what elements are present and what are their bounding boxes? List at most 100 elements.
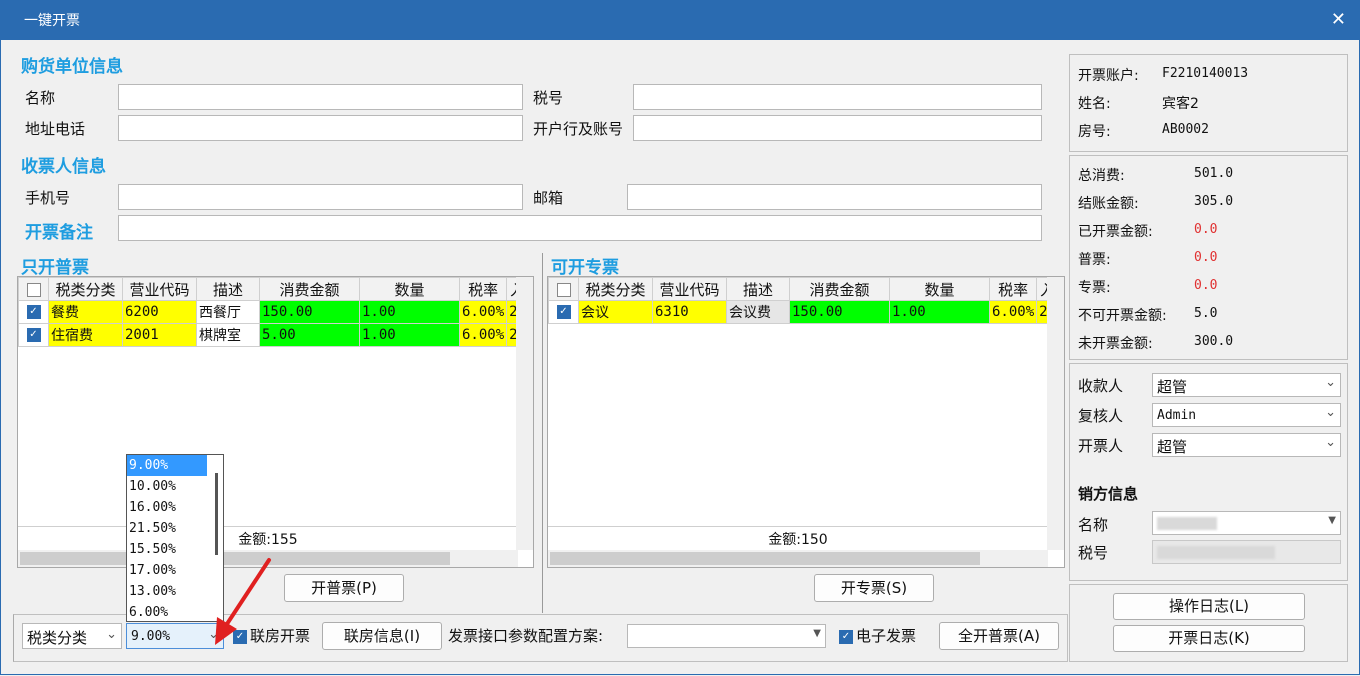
dropdown-arrow-icon: ▼ (813, 628, 821, 639)
dropdown-arrow-icon: ▼ (1328, 515, 1336, 526)
row-checkbox[interactable]: ✓ (18, 300, 49, 324)
buyer-name-label: 名称 (25, 89, 56, 107)
divider (548, 526, 1048, 527)
seller-name-label: 名称 (1078, 516, 1109, 534)
buyer-address-label: 地址电话 (25, 120, 86, 138)
column-header[interactable]: 数量 (889, 277, 990, 301)
summary-invoiced-value: 0.0 (1194, 222, 1218, 237)
seller-taxno-label: 税号 (1078, 544, 1109, 562)
remark-label: 开票备注 (25, 223, 93, 243)
select-all-checkbox[interactable] (548, 277, 579, 301)
receiver-email-input[interactable] (627, 184, 1042, 210)
table-row[interactable]: ✓ 餐费 6200 西餐厅 150.00 1.00 6.00% 20 (18, 300, 530, 324)
seller-name-select[interactable]: ▼ (1152, 511, 1341, 535)
reviewer-select[interactable]: Admin ⌄ (1152, 403, 1341, 427)
cell-desc[interactable]: 会议费 (726, 300, 790, 324)
cell-qty[interactable]: 1.00 (359, 300, 460, 324)
einvoice-checkbox[interactable]: ✓ (839, 627, 853, 645)
column-header[interactable]: 税类分类 (48, 277, 123, 301)
dropdown-option[interactable]: 16.00% (127, 497, 223, 518)
summary-total-value: 501.0 (1194, 166, 1234, 181)
reviewer-label: 复核人 (1078, 407, 1124, 425)
normal-header-row: 税类分类 营业代码 描述 消费金额 数量 税率 入 (18, 277, 530, 301)
table-row[interactable]: ✓ 住宿费 2001 棋牌室 5.00 1.00 6.00% 20 (18, 323, 530, 347)
cell-desc[interactable]: 棋牌室 (196, 323, 260, 347)
divider (542, 253, 543, 613)
dropdown-scrollbar[interactable] (215, 473, 218, 555)
column-header[interactable]: 数量 (359, 277, 460, 301)
cell-category[interactable]: 餐费 (48, 300, 123, 324)
cell-qty[interactable]: 1.00 (359, 323, 460, 347)
chevron-down-icon: ⌄ (106, 627, 117, 642)
summary-panel: 总消费: 501.0 结账金额: 305.0 已开票金额: 0.0 普票: 0.… (1069, 155, 1348, 360)
remark-input[interactable] (118, 215, 1042, 241)
close-icon[interactable]: ✕ (1331, 9, 1346, 30)
cell-code[interactable]: 2001 (122, 323, 197, 347)
special-invoice-button[interactable]: 开专票(S) (814, 574, 934, 602)
dropdown-option[interactable]: 9.00% (127, 455, 207, 476)
receiver-phone-input[interactable] (118, 184, 523, 210)
buyer-address-input[interactable] (118, 115, 523, 141)
payee-value: 超管 (1157, 378, 1188, 396)
buyer-taxno-input[interactable] (633, 84, 1042, 110)
payee-select[interactable]: 超管 ⌄ (1152, 373, 1341, 397)
column-header[interactable]: 消费金额 (259, 277, 360, 301)
red-arrow-annotation (215, 558, 271, 645)
table-row[interactable]: ✓ 会议 6310 会议费 150.00 1.00 6.00% 20 (548, 300, 1060, 324)
cell-category[interactable]: 会议 (578, 300, 653, 324)
column-header[interactable]: 税率 (458, 277, 508, 301)
select-all-checkbox[interactable] (18, 277, 49, 301)
row-checkbox[interactable]: ✓ (548, 300, 579, 324)
special-hscrollbar[interactable] (548, 550, 1048, 567)
column-header[interactable]: 消费金额 (789, 277, 890, 301)
window-title: 一键开票 (24, 13, 80, 29)
chevron-down-icon: ⌄ (1325, 375, 1336, 390)
linked-info-button[interactable]: 联房信息(I) (322, 622, 442, 650)
special-vscrollbar[interactable] (1047, 277, 1064, 550)
normal-invoice-button[interactable]: 开普票(P) (284, 574, 404, 602)
column-header[interactable]: 税率 (988, 277, 1038, 301)
summary-uninvoiced-label: 未开票金额: (1078, 336, 1153, 352)
chevron-down-icon: ⌄ (1325, 405, 1336, 420)
column-header[interactable]: 营业代码 (652, 277, 727, 301)
summary-noninvoiceable-label: 不可开票金额: (1078, 308, 1167, 324)
cell-category[interactable]: 住宿费 (48, 323, 123, 347)
operation-log-button[interactable]: 操作日志(L) (1113, 593, 1305, 620)
dropdown-option[interactable]: 10.00% (127, 476, 223, 497)
cell-rate[interactable]: 6.00% (458, 300, 508, 324)
column-header[interactable]: 营业代码 (122, 277, 197, 301)
cell-amount[interactable]: 150.00 (259, 300, 360, 324)
buyer-bank-label: 开户行及账号 (533, 120, 624, 138)
scroll-thumb[interactable] (550, 552, 980, 565)
all-normal-invoice-button[interactable]: 全开普票(A) (939, 622, 1059, 650)
column-header[interactable]: 描述 (726, 277, 790, 301)
invoice-log-button[interactable]: 开票日志(K) (1113, 625, 1305, 652)
cell-qty[interactable]: 1.00 (889, 300, 990, 324)
special-header-row: 税类分类 营业代码 描述 消费金额 数量 税率 入 (548, 277, 1060, 301)
column-header[interactable]: 描述 (196, 277, 260, 301)
category-select[interactable]: 税类分类 ⌄ (22, 623, 122, 649)
buyer-bank-input[interactable] (633, 115, 1042, 141)
buyer-taxno-label: 税号 (533, 89, 564, 107)
summary-uninvoiced-value: 300.0 (1194, 334, 1234, 349)
cell-amount[interactable]: 150.00 (789, 300, 890, 324)
category-value: 税类分类 (27, 629, 88, 647)
column-header[interactable]: 税类分类 (578, 277, 653, 301)
cell-desc[interactable]: 西餐厅 (196, 300, 260, 324)
chevron-down-icon: ⌄ (1325, 435, 1336, 450)
row-checkbox[interactable]: ✓ (18, 323, 49, 347)
buyer-name-input[interactable] (118, 84, 523, 110)
normal-vscrollbar[interactable] (516, 277, 533, 550)
config-select[interactable]: ▼ (627, 624, 826, 648)
special-table: 税类分类 营业代码 描述 消费金额 数量 税率 入 ✓ 会议 6310 会议费 … (548, 277, 1060, 324)
cell-amount[interactable]: 5.00 (259, 323, 360, 347)
issuer-select[interactable]: 超管 ⌄ (1152, 433, 1341, 457)
cell-code[interactable]: 6310 (652, 300, 727, 324)
summary-normal-label: 普票: (1078, 252, 1111, 268)
cell-code[interactable]: 6200 (122, 300, 197, 324)
cell-rate[interactable]: 6.00% (988, 300, 1038, 324)
summary-total-label: 总消费: (1078, 168, 1125, 184)
cell-rate[interactable]: 6.00% (458, 323, 508, 347)
dropdown-option[interactable]: 21.50% (127, 518, 223, 539)
summary-noninvoiceable-value: 5.0 (1194, 306, 1218, 321)
